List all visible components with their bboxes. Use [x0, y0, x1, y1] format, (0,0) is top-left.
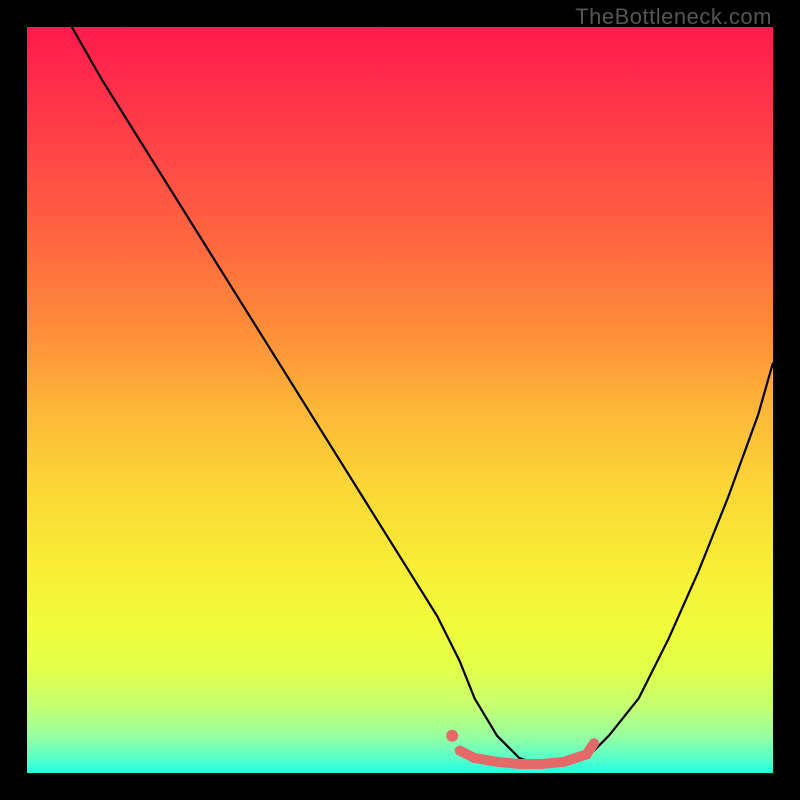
- chart-frame: TheBottleneck.com: [0, 0, 800, 800]
- chart-plot-area: [27, 27, 773, 773]
- highlight-segment: [460, 743, 594, 764]
- bottleneck-curve: [72, 27, 773, 766]
- highlight-dot: [446, 730, 458, 742]
- chart-svg: [27, 27, 773, 773]
